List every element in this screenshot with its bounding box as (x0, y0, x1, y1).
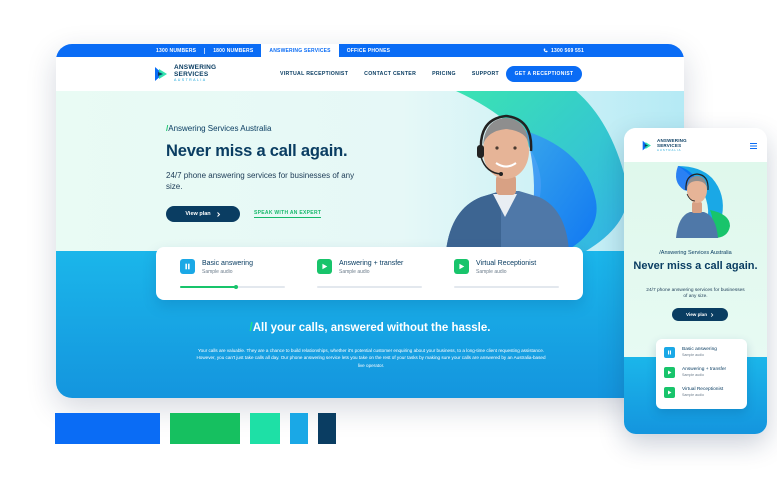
hero-subtext: 24/7 phone answering services for busine… (166, 171, 355, 191)
mobile-audio-track-transfer[interactable]: Answering + transfer Sample audio (664, 367, 744, 381)
logo-line-3: AUSTRALIA (657, 148, 682, 152)
logo-wordmark: ANSWERING SERVICES AUSTRALIA (174, 65, 216, 83)
operator-photo (446, 114, 569, 251)
top-utility-bar: 1300 NUMBERS 1800 NUMBERS ANSWERING SERV… (56, 44, 684, 57)
logo-mark (154, 66, 170, 82)
mobile-headline: Never miss a call again. (633, 260, 758, 272)
eyebrow-text: Answering Services Australia (168, 124, 272, 133)
swatch-navy (318, 413, 336, 444)
view-plan-button[interactable]: View plan (166, 206, 240, 222)
play-icon[interactable] (664, 387, 675, 398)
play-icon[interactable] (317, 259, 332, 274)
audio-progress-fill (180, 286, 236, 288)
mobile-brand-logo[interactable]: ANSWERING SERVICES AUSTRALIA (642, 138, 687, 152)
mobile-eyebrow: /Answering Services Australia (659, 250, 732, 256)
audio-samples-card: Basic answering Sample audio Answering +… (156, 247, 583, 300)
track-note: Sample audio (476, 269, 507, 275)
track-name: Answering + transfer (339, 260, 404, 267)
track-note: Sample audio (682, 373, 704, 377)
logo-mark (642, 140, 651, 151)
desktop-mockup: 1300 NUMBERS 1800 NUMBERS ANSWERING SERV… (56, 44, 684, 398)
mobile-logo-wordmark: ANSWERING SERVICES AUSTRALIA (657, 138, 687, 152)
track-name: Virtual Receptionist (682, 387, 724, 392)
hero-headline: Never miss a call again. (166, 142, 348, 160)
track-name: Basic answering (682, 347, 717, 352)
topbar-phone-number: 1300 569 551 (551, 47, 584, 54)
main-navbar: ANSWERING SERVICES AUSTRALIA VIRTUAL REC… (56, 57, 684, 91)
track-note: Sample audio (682, 353, 704, 357)
swatch-sky (290, 413, 308, 444)
primary-menu: VIRTUAL RECEPTIONIST CONTACT CENTER PRIC… (280, 57, 499, 91)
nav-support[interactable]: SUPPORT (472, 71, 499, 77)
audio-progress-bar[interactable] (180, 285, 285, 289)
section-tagline: /All your calls, answered without the ha… (56, 322, 684, 334)
pause-icon[interactable] (664, 347, 675, 358)
design-showcase: 1300 NUMBERS 1800 NUMBERS ANSWERING SERV… (0, 0, 777, 493)
logo-line-3: AUSTRALIA (174, 78, 207, 83)
mobile-view-plan-button[interactable]: View plan (672, 308, 728, 321)
track-name: Virtual Receptionist (476, 260, 537, 267)
track-name: Basic answering (202, 260, 253, 267)
topbar-link-1800-numbers[interactable]: 1800 NUMBERS (205, 44, 261, 57)
track-note: Sample audio (339, 269, 370, 275)
view-plan-label: View plan (685, 312, 708, 317)
hamburger-menu-icon[interactable] (750, 143, 757, 149)
tagline-text: All your calls, answered without the has… (252, 322, 491, 334)
mobile-audio-track-basic[interactable]: Basic answering Sample audio (664, 347, 744, 361)
chevron-right-icon (216, 211, 220, 217)
brand-logo[interactable]: ANSWERING SERVICES AUSTRALIA (154, 65, 216, 83)
nav-pricing[interactable]: PRICING (432, 71, 456, 77)
view-plan-label: View plan (185, 211, 211, 217)
hero-eyebrow: /Answering Services Australia (166, 124, 271, 133)
speak-with-expert-link[interactable]: SPEAK WITH AN EXPERT (254, 210, 322, 218)
nav-virtual-receptionist[interactable]: VIRTUAL RECEPTIONIST (280, 71, 348, 77)
get-receptionist-button[interactable]: GET A RECEPTIONIST (506, 66, 582, 82)
swatch-blue (55, 413, 160, 444)
hero-section: /Answering Services Australia Never miss… (56, 91, 684, 251)
mobile-operator-photo (676, 173, 718, 238)
phone-icon (543, 48, 548, 53)
play-icon[interactable] (664, 367, 675, 378)
audio-progress-bar[interactable] (317, 286, 422, 288)
track-name: Answering + transfer (682, 367, 727, 372)
mobile-subtext: 24/7 phone answering services for busine… (646, 288, 745, 300)
track-note: Sample audio (202, 269, 233, 275)
play-icon[interactable] (454, 259, 469, 274)
mobile-mockup: ANSWERING SERVICES AUSTRALIA /Answering … (624, 128, 767, 434)
topbar-phone[interactable]: 1300 569 551 (543, 48, 584, 54)
topbar-link-answering-services[interactable]: ANSWERING SERVICES (261, 44, 339, 57)
mobile-audio-track-virtual-receptionist[interactable]: Virtual Receptionist Sample audio (664, 387, 744, 401)
swatch-mint (250, 413, 280, 444)
topbar-link-office-phones[interactable]: OFFICE PHONES (339, 44, 398, 57)
chevron-right-icon (710, 312, 714, 317)
section-paragraph: Your calls are valuable. They are a chan… (196, 348, 546, 368)
swatch-green (170, 413, 240, 444)
track-note: Sample audio (682, 393, 704, 397)
mobile-audio-card: Basic answering Sample audio Answering +… (656, 339, 747, 409)
audio-progress-bar[interactable] (454, 286, 559, 288)
mobile-header: ANSWERING SERVICES AUSTRALIA (624, 128, 767, 162)
nav-contact-center[interactable]: CONTACT CENTER (364, 71, 416, 77)
topbar-link-1300-numbers[interactable]: 1300 NUMBERS (148, 44, 204, 57)
audio-progress-knob[interactable] (233, 285, 238, 289)
pause-icon[interactable] (180, 259, 195, 274)
